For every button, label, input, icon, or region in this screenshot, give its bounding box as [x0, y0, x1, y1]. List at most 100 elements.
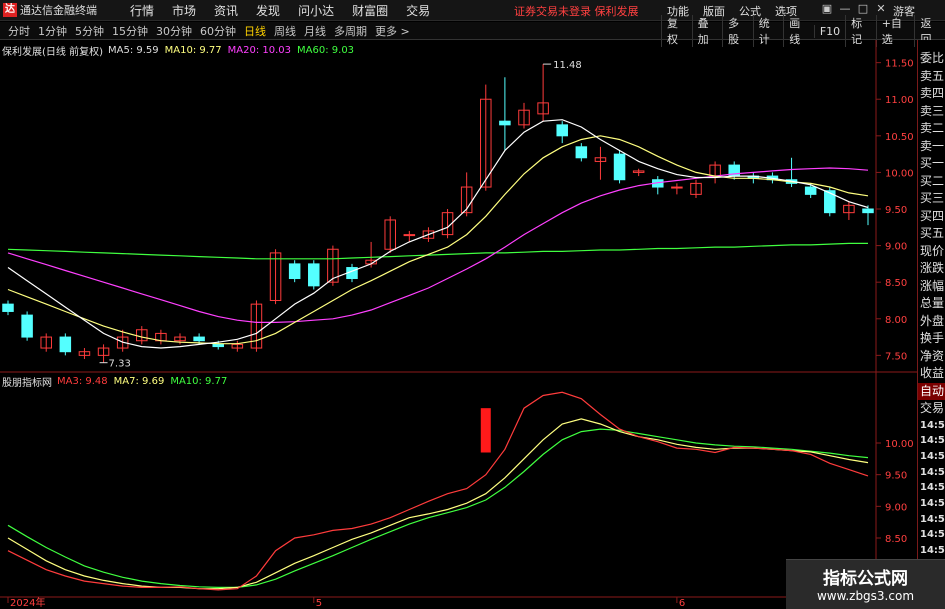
panel-field-7[interactable]: 买二: [918, 173, 945, 191]
stock-title[interactable]: 保利发展(日线 前复权): [2, 43, 103, 58]
price-tick-label: 9.50: [885, 205, 907, 216]
price-tick-label: 8.50: [885, 278, 907, 289]
panel-field-17[interactable]: 净资: [918, 348, 945, 366]
tick-time: 14:56: [920, 466, 945, 478]
watermark-title: 指标公式网: [823, 569, 908, 589]
panel-field-1[interactable]: 卖五: [918, 68, 945, 86]
period-tab-1[interactable]: 1分钟: [38, 23, 67, 39]
auto-trade-toggle[interactable]: 自动: [918, 382, 945, 400]
panel-field-2[interactable]: 卖四: [918, 85, 945, 103]
sub-legend: 股朋指标网 MA3: 9.48 MA7: 9.69 MA10: 9.77: [2, 374, 233, 389]
sub-ma10-label: MA10: 9.77: [170, 376, 228, 387]
app-logo-icon: 达: [3, 3, 17, 17]
candle-body: [193, 336, 205, 342]
candle-body: [403, 234, 416, 237]
candle-body: [308, 263, 320, 287]
price-tick-label: 9.00: [885, 242, 907, 253]
ma10-label: MA10: 9.77: [164, 45, 222, 56]
price-tick-label: 11.50: [885, 59, 914, 70]
panel-field-10[interactable]: 买五: [918, 225, 945, 243]
panel-field-15[interactable]: 外盘: [918, 313, 945, 331]
period-tab-8[interactable]: 月线: [304, 23, 326, 39]
indicator-tick-label: 9.00: [885, 502, 907, 513]
menu-item-quotes[interactable]: 行情: [130, 2, 154, 19]
panel-field-16[interactable]: 换手: [918, 330, 945, 348]
close-icon[interactable]: ✕: [872, 2, 890, 15]
tick-time: 14:56: [920, 419, 945, 431]
menu-item-market[interactable]: 市场: [172, 2, 196, 19]
candle-body: [2, 303, 14, 312]
period-tab-2[interactable]: 5分钟: [75, 23, 104, 39]
menu-item-discover[interactable]: 发现: [256, 2, 280, 19]
period-tab-7[interactable]: 周线: [274, 23, 296, 39]
trade-label[interactable]: 交易: [918, 400, 945, 418]
tick-time: 14:56: [920, 482, 945, 494]
tick-time: 14:56: [920, 435, 945, 447]
main-legend: 保利发展(日线 前复权) MA5: 9.59 MA10: 9.77 MA20: …: [2, 43, 360, 58]
high-label: 11.48: [553, 60, 582, 71]
minimize-icon[interactable]: —: [836, 2, 854, 15]
login-warning[interactable]: 证券交易未登录 保利发展: [514, 3, 639, 19]
tick-time: 14:56: [920, 529, 945, 541]
menu-item-wealth[interactable]: 财富圈: [352, 2, 388, 19]
ma60-label: MA60: 9.03: [297, 45, 355, 56]
period-tab-3[interactable]: 15分钟: [112, 23, 148, 39]
signal-bar: [480, 408, 491, 453]
quote-side-panel: 委比 卖五 卖四 卖三 卖二 卖一 买一 买二 买三 买四 买五 现价 涨跌 涨幅 总量 外盘 换手 净资 收益 自动…: [917, 40, 945, 609]
period-tab-9[interactable]: 多周期: [334, 23, 367, 39]
chart-area[interactable]: 7.50 8.00 8.50 9.00 9.50 10.00 10.50 11.00 11.50…: [0, 40, 917, 609]
candle-body: [21, 314, 33, 338]
menu-item-trade[interactable]: 交易: [406, 2, 430, 19]
indicator-tick-label: 9.50: [885, 471, 907, 482]
sub-ma3-label: MA3: 9.48: [57, 376, 108, 387]
panel-field-14[interactable]: 总量: [918, 295, 945, 313]
sub-ma7-label: MA7: 9.69: [113, 376, 165, 387]
panel-field-8[interactable]: 买三: [918, 190, 945, 208]
candle-body: [288, 263, 301, 280]
ma5-line: [7, 119, 869, 349]
panel-field-18[interactable]: 收益: [918, 365, 945, 383]
panel-field-5[interactable]: 卖一: [918, 138, 945, 156]
menu-item-news[interactable]: 资讯: [214, 2, 238, 19]
window-controls: ▣ — □ ✕: [818, 2, 890, 15]
menu-item-ask[interactable]: 问小达: [298, 2, 334, 19]
panel-field-3[interactable]: 卖三: [918, 103, 945, 121]
panel-field-13[interactable]: 涨幅: [918, 278, 945, 296]
indicator-tick-label: 10.00: [885, 439, 914, 450]
panel-field-6[interactable]: 买一: [918, 155, 945, 173]
panel-field-9[interactable]: 买四: [918, 208, 945, 226]
panel-field-0[interactable]: 委比: [918, 50, 945, 68]
ma20-line: [7, 167, 869, 323]
indicator-title[interactable]: 股朋指标网: [2, 374, 52, 389]
tick-time: 14:56: [920, 545, 945, 556]
indicator-tick-label: 8.50: [885, 534, 907, 545]
tick-time: 14:56: [920, 497, 945, 509]
candle-body: [613, 153, 626, 181]
indicator-line-ma7: [7, 418, 869, 590]
panel-field-4[interactable]: 卖二: [918, 120, 945, 138]
indicator-line-ma3: [7, 391, 869, 591]
period-tab-5[interactable]: 60分钟: [200, 23, 236, 39]
candle-body: [212, 343, 224, 348]
candle-body: [862, 208, 874, 214]
site-watermark: 指标公式网 www.zbgs3.com: [786, 559, 945, 609]
candle-body: [575, 146, 588, 159]
toolbar-button-5[interactable]: F10: [813, 24, 845, 38]
period-tab-0[interactable]: 分时: [8, 23, 30, 39]
restore-icon[interactable]: ▣: [818, 2, 836, 15]
watermark-url: www.zbgs3.com: [816, 589, 915, 603]
candle-body: [671, 186, 683, 189]
panel-field-12[interactable]: 涨跌: [918, 260, 945, 278]
price-tick-label: 10.50: [885, 132, 914, 143]
app-title: 通达信金融终端: [20, 4, 97, 17]
ma20-label: MA20: 10.03: [227, 45, 292, 56]
candle-body: [556, 124, 568, 137]
candle-body: [499, 120, 511, 126]
time-tick-label: 2024年: [10, 596, 45, 609]
panel-field-11[interactable]: 现价: [918, 243, 945, 261]
period-tab-6[interactable]: 日线: [244, 23, 266, 39]
period-tab-4[interactable]: 30分钟: [156, 23, 192, 39]
candle-body: [804, 186, 817, 195]
maximize-icon[interactable]: □: [854, 2, 872, 15]
period-tab-10[interactable]: 更多 >: [375, 23, 410, 39]
